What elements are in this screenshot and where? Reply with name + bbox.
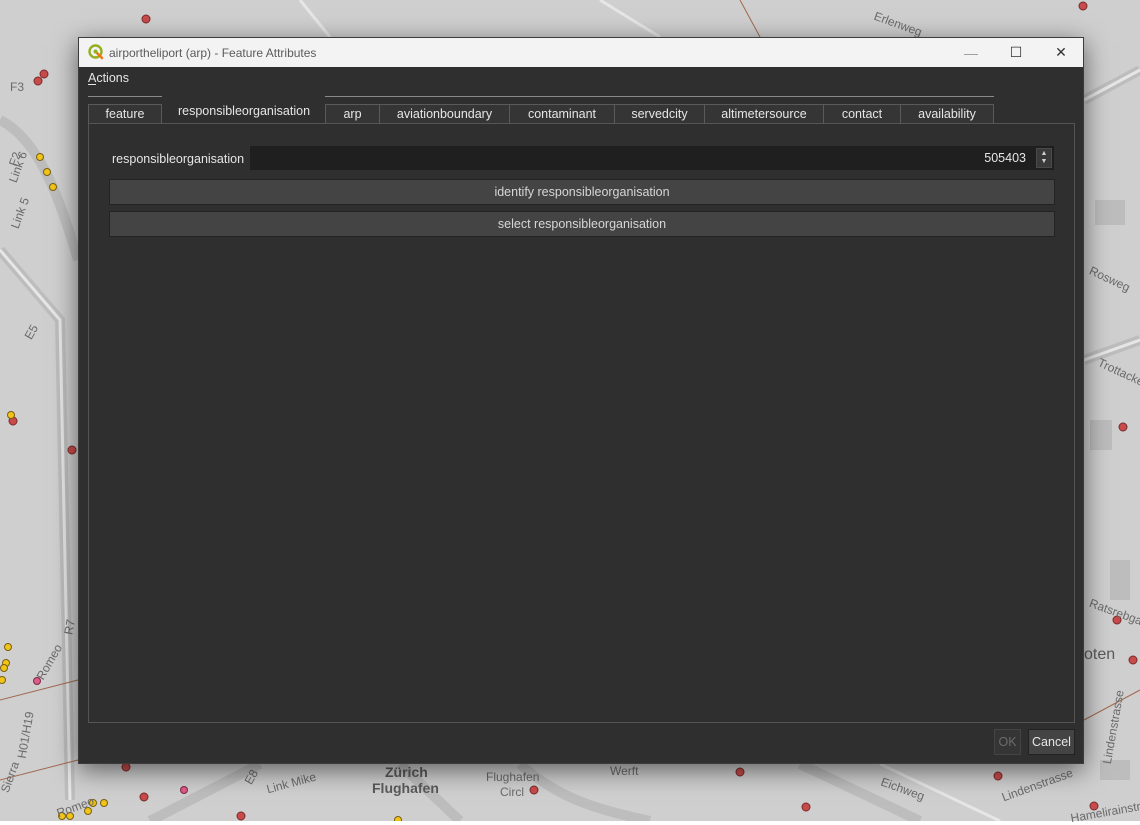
tab-servedcity[interactable]: servedcity (614, 104, 705, 123)
window-title: airportheliport (arp) - Feature Attribut… (109, 46, 317, 60)
tab-contaminant-label: contaminant (527, 107, 597, 121)
tab-responsibleorganisation[interactable]: responsibleorganisation (163, 96, 325, 124)
qgis-icon (88, 44, 104, 60)
identify-button[interactable]: identify responsibleorganisation (109, 179, 1055, 205)
tab-altimetersource-label: altimetersource (721, 107, 807, 121)
responsibleorganisation-label: responsibleorganisation (112, 152, 245, 166)
spin-up-icon[interactable]: ▲ (1041, 150, 1048, 158)
spin-down-icon[interactable]: ▼ (1041, 158, 1048, 166)
map-label-kloten: oten (1084, 646, 1116, 663)
responsibleorganisation-spinbox[interactable]: 505403 ▲ ▼ (250, 146, 1054, 170)
tab-contact[interactable]: contact (823, 104, 901, 123)
map-label-r7: R7 (61, 618, 78, 636)
tab-page-responsibleorganisation: responsibleorganisation 505403 ▲ ▼ ident… (88, 123, 1075, 723)
close-button[interactable]: ✕ (1038, 38, 1084, 67)
cancel-button[interactable]: Cancel (1028, 729, 1075, 755)
tab-contact-label: contact (841, 107, 883, 121)
spin-arrows[interactable]: ▲ ▼ (1036, 148, 1052, 168)
tab-contaminant[interactable]: contaminant (509, 104, 615, 123)
maximize-button[interactable]: ☐ (993, 38, 1039, 67)
map-label-circle: Circl (500, 785, 524, 799)
menu-bar: Actions (79, 67, 1083, 89)
tab-availability-label: availability (918, 107, 976, 121)
responsibleorganisation-value: 505403 (984, 151, 1026, 165)
tab-bar: feature responsibleorganisation arp avia… (88, 96, 994, 124)
tab-aviationboundary[interactable]: aviationboundary (379, 104, 510, 123)
ok-button[interactable]: OK (994, 729, 1021, 755)
map-label-werft: Werft (610, 764, 639, 778)
map-label-flughafen: Flughafen (372, 780, 439, 796)
tab-arp[interactable]: arp (325, 104, 380, 123)
map-label-f3: F3 (10, 80, 25, 94)
tab-feature-label: feature (105, 107, 145, 121)
feature-attributes-dialog: airportheliport (arp) - Feature Attribut… (78, 37, 1084, 764)
map-label-flughafen-circle: Flughafen (486, 770, 540, 784)
tab-altimetersource[interactable]: altimetersource (704, 104, 824, 123)
select-button[interactable]: select responsibleorganisation (109, 211, 1055, 237)
tab-arp-label: arp (343, 107, 362, 121)
menu-actions-label: Actions (88, 71, 129, 85)
minimize-button[interactable]: — (948, 38, 994, 67)
tab-responsibleorganisation-label: responsibleorganisation (177, 104, 311, 118)
map-label-zurich: Zürich (385, 764, 428, 780)
tab-servedcity-label: servedcity (631, 107, 688, 121)
tab-feature[interactable]: feature (88, 104, 162, 123)
tab-aviationboundary-label: aviationboundary (396, 107, 493, 121)
tab-availability[interactable]: availability (900, 104, 994, 123)
title-bar[interactable]: airportheliport (arp) - Feature Attribut… (79, 38, 1083, 67)
menu-actions[interactable]: Actions (88, 71, 129, 85)
